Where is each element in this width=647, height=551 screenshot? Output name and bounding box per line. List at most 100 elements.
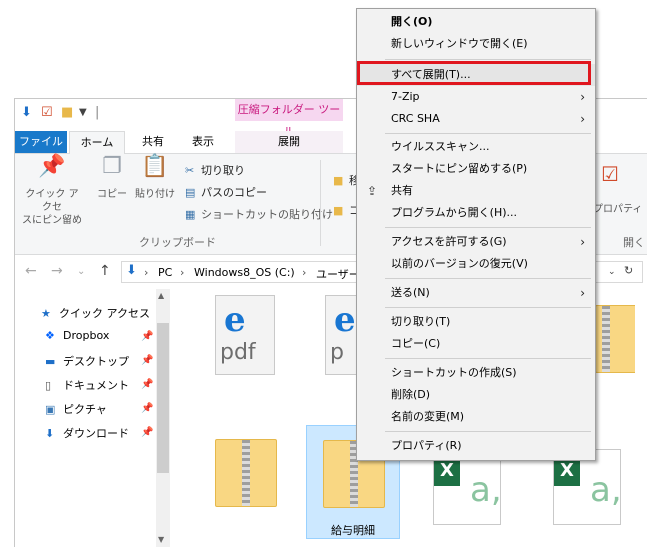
down-arrow-icon[interactable]: ⬇	[21, 105, 32, 120]
breadcrumb-drive[interactable]: Windows8_OS (C:)	[194, 266, 295, 279]
pin-icon: 📌	[141, 355, 154, 366]
checklist-icon[interactable]: ☑	[41, 105, 53, 120]
nav-documents-label: ドキュメント	[63, 379, 129, 392]
nav-documents[interactable]: ▯ ドキュメント	[45, 377, 129, 393]
menu-label: 共有	[391, 184, 413, 197]
zip-folder-icon	[215, 439, 277, 507]
menu-pin-to-start[interactable]: スタートにピン留めする(P)	[357, 158, 595, 180]
menu-open-new-window[interactable]: 新しいウィンドウで開く(E)	[357, 33, 595, 55]
folder-icon[interactable]: ■	[61, 105, 73, 120]
download-icon: ⬇	[45, 427, 55, 440]
tab-home[interactable]: ホーム	[69, 131, 125, 154]
menu-properties[interactable]: プロパティ(R)	[357, 435, 595, 457]
highlight-box	[357, 61, 591, 85]
menu-label: ウイルススキャン...	[391, 140, 490, 153]
nav-pictures-label: ピクチャ	[63, 403, 107, 416]
submenu-arrow-icon: ›	[580, 90, 585, 104]
file-pdf-1[interactable]: e pdf	[201, 291, 293, 403]
copy-button[interactable]: ❐ コピー	[95, 156, 129, 201]
qat-separator: |	[95, 105, 100, 120]
scroll-up-icon[interactable]: ▲	[158, 291, 164, 300]
menu-label: プロパティ(R)	[391, 439, 462, 452]
menu-open[interactable]: 開く(O)	[357, 11, 595, 33]
menu-copy[interactable]: コピー(C)	[357, 333, 595, 355]
recent-dropdown-icon[interactable]: ⌄	[77, 266, 85, 277]
cut-label: 切り取り	[201, 164, 245, 177]
refresh-icon[interactable]: ↻	[624, 264, 633, 277]
nav-desktop[interactable]: ▬ デスクトップ	[45, 353, 129, 369]
breadcrumb-separator[interactable]: ›	[180, 266, 184, 279]
pin-icon: 📌	[141, 379, 154, 390]
document-icon: ▯	[45, 379, 52, 392]
navigation-pane: ★ クイック アクセス ❖ Dropbox 📌 ▬ デスクトップ 📌 ▯ ドキュメント …	[15, 289, 170, 547]
menu-label: 切り取り(T)	[391, 315, 451, 328]
tab-view[interactable]: 表示	[183, 131, 223, 153]
breadcrumb-pc[interactable]: PC	[158, 266, 172, 279]
menu-separator	[385, 431, 591, 432]
menu-label: コピー(C)	[391, 337, 441, 350]
address-dropdown-icon[interactable]: ⌄	[608, 267, 616, 277]
customize-dropdown-icon[interactable]: ▼	[79, 107, 87, 118]
nav-dropbox-label: Dropbox	[63, 329, 110, 342]
pin-quick-access-button[interactable]: 📌 クイック アクセ スにピン留め	[21, 154, 83, 227]
properties-label[interactable]: プロパティ	[593, 200, 642, 215]
forward-icon[interactable]: →	[51, 263, 63, 279]
navpane-scroll-thumb[interactable]	[157, 323, 169, 473]
menu-send-to[interactable]: 送る(N) ›	[357, 282, 595, 304]
menu-crc-sha[interactable]: CRC SHA ›	[357, 108, 595, 130]
file-zip-1[interactable]	[199, 425, 291, 537]
zipper	[242, 440, 250, 506]
menu-label: 以前のバージョンの復元(V)	[391, 257, 528, 270]
cut-button[interactable]: ✂ 切り取り	[185, 162, 245, 178]
scroll-down-icon[interactable]: ▼	[158, 535, 164, 544]
nav-downloads[interactable]: ⬇ ダウンロード	[45, 425, 129, 441]
paste-shortcut-label: ショートカットの貼り付け	[201, 208, 333, 221]
properties-icon[interactable]: ☑	[601, 162, 619, 186]
paste-label: 貼り付け	[135, 189, 175, 200]
menu-share[interactable]: ⇪ 共有	[357, 180, 595, 202]
dropbox-icon: ❖	[45, 329, 55, 342]
tab-file[interactable]: ファイル	[15, 131, 67, 153]
desktop-icon: ▬	[45, 355, 56, 368]
menu-label: 7-Zip	[391, 90, 420, 103]
breadcrumb-separator[interactable]: ›	[144, 266, 148, 279]
menu-separator	[385, 227, 591, 228]
nav-pictures[interactable]: ▣ ピクチャ	[45, 401, 107, 417]
clipboard-group-label: クリップボード	[139, 236, 216, 249]
menu-delete[interactable]: 削除(D)	[357, 384, 595, 406]
copy-path-button[interactable]: ▤ パスのコピー	[185, 184, 267, 200]
nav-quick-access[interactable]: ★ クイック アクセス	[41, 305, 150, 321]
file-pdf-2[interactable]: e p	[311, 291, 357, 403]
menu-cut[interactable]: 切り取り(T)	[357, 311, 595, 333]
pin-icon: 📌	[38, 154, 66, 179]
menu-separator	[385, 133, 591, 134]
copy-label: コピー	[97, 189, 127, 200]
menu-7zip[interactable]: 7-Zip ›	[357, 86, 595, 108]
tab-extract[interactable]: 展開	[235, 131, 343, 153]
submenu-arrow-icon: ›	[580, 235, 585, 249]
menu-virus-scan[interactable]: ウイルススキャン...	[357, 136, 595, 158]
copy-to-icon: ■	[333, 204, 344, 217]
menu-label: アクセスを許可する(G)	[391, 235, 507, 248]
menu-create-shortcut[interactable]: ショートカットの作成(S)	[357, 362, 595, 384]
pdf-file-icon: e p	[325, 295, 357, 375]
menu-restore-versions[interactable]: 以前のバージョンの復元(V)	[357, 253, 595, 275]
up-icon[interactable]: ↑	[99, 263, 111, 279]
submenu-arrow-icon: ›	[580, 112, 585, 126]
paste-button[interactable]: 📋 貼り付け	[133, 156, 177, 201]
pin-icon: 📌	[141, 403, 154, 414]
paste-shortcut-button[interactable]: ▦ ショートカットの貼り付け	[185, 206, 333, 222]
menu-open-with[interactable]: プログラムから開く(H)...	[357, 202, 595, 224]
tab-share[interactable]: 共有	[133, 131, 173, 153]
menu-label: プログラムから開く(H)...	[391, 206, 518, 219]
menu-rename[interactable]: 名前の変更(M)	[357, 406, 595, 428]
menu-label: 新しいウィンドウで開く(E)	[391, 37, 528, 50]
menu-give-access[interactable]: アクセスを許可する(G) ›	[357, 231, 595, 253]
pin-quick-access-label: クイック アクセ スにピン留め	[22, 189, 82, 226]
file-zip-partial[interactable]	[595, 291, 635, 403]
breadcrumb-users[interactable]: ユーザー	[316, 266, 360, 282]
breadcrumb-separator[interactable]: ›	[302, 266, 306, 279]
back-icon[interactable]: ←	[25, 263, 37, 279]
menu-label: 名前の変更(M)	[391, 410, 465, 423]
nav-dropbox[interactable]: ❖ Dropbox	[45, 329, 109, 342]
